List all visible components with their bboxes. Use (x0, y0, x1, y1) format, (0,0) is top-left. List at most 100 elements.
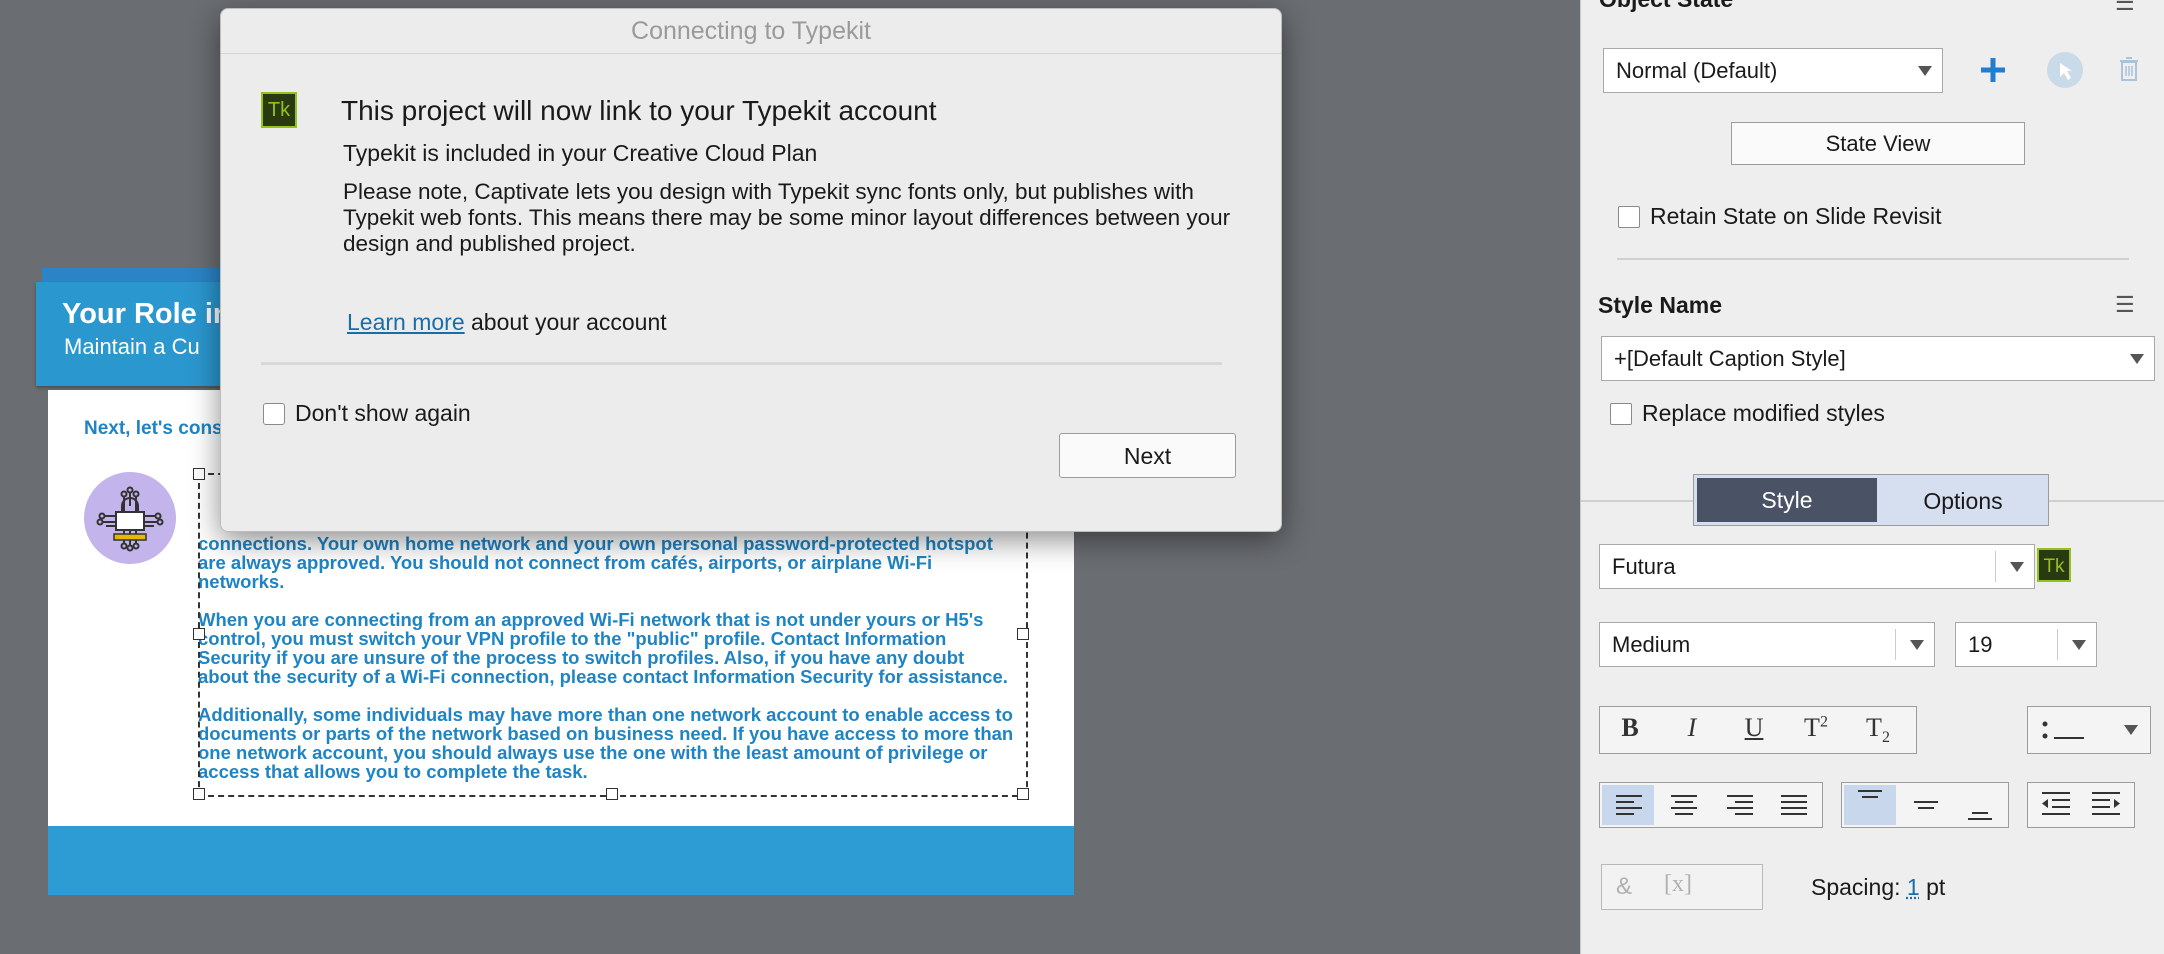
bullet-list-button[interactable] (2027, 706, 2151, 754)
outdent-button[interactable] (2030, 785, 2080, 825)
dialog-divider (261, 362, 1222, 365)
resize-handle[interactable] (1017, 628, 1029, 640)
superscript-letter: T (1804, 713, 1820, 742)
slide-title: Your Role in (62, 298, 222, 330)
align-bottom-button[interactable] (1954, 785, 2006, 825)
font-weight-dropdown[interactable]: Medium (1599, 622, 1935, 667)
font-weight-value: Medium (1612, 632, 1691, 657)
align-center-button[interactable] (1658, 785, 1710, 825)
dont-show-checkbox[interactable] (263, 403, 285, 425)
dialog-note: Please note, Captivate lets you design w… (343, 179, 1231, 256)
horizontal-align-group (1599, 782, 1823, 828)
typekit-logo-icon: Tk (261, 92, 297, 128)
cursor-state-icon[interactable] (2047, 52, 2083, 88)
resize-handle[interactable] (193, 468, 205, 480)
vertical-align-group (1841, 782, 2009, 828)
trash-icon[interactable] (2119, 56, 2139, 82)
align-left-button[interactable] (1602, 785, 1654, 825)
align-middle-button[interactable] (1900, 785, 1952, 825)
network-lock-icon (84, 472, 176, 564)
slide-subtitle: Maintain a Cu (64, 334, 200, 359)
typekit-dialog: Connecting to Typekit Tk This project wi… (220, 8, 1282, 532)
italic-button[interactable]: I (1672, 713, 1712, 743)
align-justify-button[interactable] (1768, 785, 1820, 825)
dialog-heading: This project will now link to your Typek… (341, 95, 937, 126)
slide-intro-text: Next, let's cons (84, 418, 223, 439)
dropdown-separator (1995, 551, 1996, 582)
spacing-unit: pt (1926, 874, 1946, 900)
typekit-font-icon: Tk (2037, 548, 2071, 582)
superscript-button[interactable]: T2 (1796, 713, 1836, 743)
dropdown-separator (2057, 629, 2058, 660)
dialog-title: Connecting to Typekit (631, 17, 871, 45)
chevron-down-icon (2130, 353, 2144, 364)
align-right-icon (1727, 791, 1753, 819)
state-view-button[interactable]: State View (1731, 122, 2025, 165)
tab-options[interactable]: Options (1880, 478, 2046, 522)
retain-state-label[interactable]: Retain State on Slide Revisit (1650, 203, 1942, 230)
style-name-label: Style Name (1598, 292, 1723, 318)
chevron-down-icon (1910, 639, 1924, 650)
font-size-dropdown[interactable]: 19 (1955, 622, 2097, 667)
spacing-label: Spacing: (1811, 874, 1901, 900)
align-bottom-icon (1968, 812, 1992, 820)
superscript-mark: 2 (1819, 713, 1828, 731)
align-left-icon (1616, 791, 1642, 819)
align-top-icon (1858, 790, 1882, 798)
subscript-button[interactable]: T2 (1858, 713, 1898, 747)
replace-modified-checkbox[interactable] (1610, 403, 1632, 425)
learn-more-text: about your account (464, 309, 667, 335)
indent-button[interactable] (2082, 785, 2132, 825)
resize-handle[interactable] (193, 788, 205, 800)
add-state-icon[interactable] (1977, 54, 2009, 86)
chevron-down-icon (1918, 65, 1932, 76)
underline-button[interactable]: U (1734, 713, 1774, 743)
learn-more-link[interactable]: Learn more (347, 309, 465, 335)
chevron-down-icon (2072, 639, 2086, 650)
dont-show-label[interactable]: Don't show again (295, 400, 471, 427)
replace-modified-label[interactable]: Replace modified styles (1642, 400, 1885, 427)
text-format-group: B I U T2 T2 (1599, 706, 1917, 754)
outdent-icon (2042, 792, 2070, 815)
state-dropdown-value: Normal (Default) (1616, 58, 1778, 83)
resize-handle[interactable] (193, 628, 205, 640)
variable-icon[interactable]: [x] (1664, 871, 1692, 898)
subscript-letter: T (1866, 713, 1882, 742)
chevron-down-icon (2124, 725, 2138, 735)
ampersand-icon[interactable]: & (1616, 873, 1632, 901)
retain-state-checkbox[interactable] (1618, 206, 1640, 228)
resize-handle[interactable] (606, 788, 618, 800)
learn-more-line: Learn more about your account (347, 309, 667, 336)
font-family-dropdown[interactable]: Futura (1599, 544, 2035, 589)
next-button[interactable]: Next (1059, 433, 1236, 478)
panel-menu-icon[interactable]: ☰ (2115, 0, 2135, 16)
style-options-tabs: Style Options (1693, 474, 2049, 526)
font-size-value: 19 (1968, 632, 1993, 657)
resize-handle[interactable] (1017, 788, 1029, 800)
align-justify-icon (1781, 791, 1807, 819)
spacing-value[interactable]: 1 (1907, 874, 1920, 900)
chevron-down-icon (2010, 561, 2024, 572)
subscript-mark: 2 (1881, 729, 1890, 747)
indent-icon (2092, 792, 2120, 815)
bold-button[interactable]: B (1610, 713, 1650, 743)
align-right-button[interactable] (1714, 785, 1766, 825)
object-state-label: Object State (1599, 0, 1733, 13)
dropdown-separator (1895, 629, 1896, 660)
font-family-value: Futura (1612, 554, 1676, 579)
align-top-button[interactable] (1844, 785, 1896, 825)
spacing-control: Spacing: 1 pt (1811, 874, 1945, 901)
align-middle-icon (1914, 801, 1938, 809)
indent-group (2027, 782, 2135, 828)
style-dropdown-value: +[Default Caption Style] (1614, 346, 1846, 371)
style-dropdown[interactable]: +[Default Caption Style] (1601, 336, 2155, 381)
tab-style[interactable]: Style (1697, 478, 1877, 522)
slide-footer-bar (48, 826, 1074, 895)
align-center-icon (1671, 791, 1697, 819)
state-dropdown[interactable]: Normal (Default) (1603, 48, 1943, 93)
panel-divider (1617, 258, 2129, 260)
properties-panel: Object State ☰ Normal (Default) State Vi… (1580, 0, 2164, 954)
bullet-list-icon (2042, 720, 2086, 747)
style-menu-icon[interactable]: ☰ (2115, 292, 2135, 318)
insert-symbol-group: & [x] (1601, 864, 1763, 910)
